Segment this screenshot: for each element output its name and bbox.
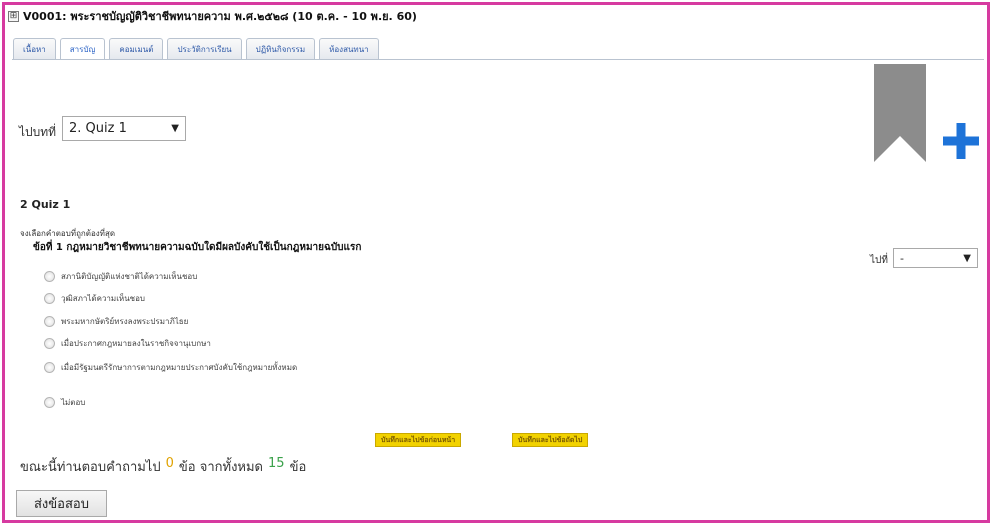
progress-suffix: ข้อ <box>289 460 307 475</box>
submit-exam-button[interactable]: ส่งข้อสอบ <box>16 490 107 517</box>
tab-content[interactable]: เนื้อหา <box>13 38 56 60</box>
answer-choice[interactable]: พระมหากษัตริย์ทรงลงพระปรมาภิไธย <box>44 315 188 328</box>
choice-label: ไม่ตอบ <box>61 398 86 407</box>
radio-button[interactable] <box>44 293 55 304</box>
radio-button[interactable] <box>44 271 55 282</box>
tab-comments[interactable]: คอมเมนต์ <box>109 38 164 60</box>
goto-question-select[interactable]: - ▼ <box>893 248 978 268</box>
goto-chapter-label: ไปบทที่ <box>19 125 57 139</box>
radio-button[interactable] <box>44 316 55 327</box>
radio-button[interactable] <box>44 397 55 408</box>
answered-count: 0 <box>165 456 174 471</box>
tab-chat-room[interactable]: ห้องสนทนา <box>319 38 379 60</box>
content-frame <box>2 2 990 523</box>
total-count: 15 <box>268 456 285 471</box>
course-title: ⊞ V0001: พระราชบัญญัติวิชาชีพทนายความ พ.… <box>8 7 417 25</box>
chevron-down-icon: ▼ <box>171 123 179 134</box>
choice-label: สภานิติบัญญัติแห่งชาติได้ความเห็นชอบ <box>61 272 198 281</box>
answer-choice-no-answer[interactable]: ไม่ตอบ <box>44 396 85 409</box>
tab-activity-calendar[interactable]: ปฏิทินกิจกรรม <box>245 38 316 60</box>
save-next-button[interactable]: บันทึกและไปข้อถัดไป <box>512 433 589 447</box>
save-previous-button[interactable]: บันทึกและไปข้อก่อนหน้า <box>375 433 462 447</box>
answer-choice[interactable]: เมื่อประกาศกฎหมายลงในราชกิจจานุเบกษา <box>44 337 211 350</box>
answer-progress: ขณะนี้ท่านตอบคำถามไป 0 ข้อ จากทั้งหมด 15… <box>20 456 306 477</box>
choice-label: เมื่อประกาศกฎหมายลงในราชกิจจานุเบกษา <box>61 339 211 348</box>
course-title-text: V0001: พระราชบัญญัติวิชาชีพทนายความ พ.ศ.… <box>23 10 417 23</box>
choice-label: วุฒิสภาได้ความเห็นชอบ <box>61 294 145 303</box>
tab-divider <box>12 59 984 60</box>
answer-choice[interactable]: สภานิติบัญญัติแห่งชาติได้ความเห็นชอบ <box>44 270 197 283</box>
goto-chapter-value: 2. Quiz 1 <box>69 121 127 136</box>
goto-chapter-select[interactable]: 2. Quiz 1 ▼ <box>62 116 186 141</box>
expand-icon[interactable]: ⊞ <box>8 10 19 22</box>
goto-question-value: - <box>900 251 904 265</box>
quiz-heading: 2 Quiz 1 <box>20 198 71 211</box>
question-text: ข้อที่ 1 กฎหมายวิชาชีพทนายความฉบับใดมีผล… <box>33 242 362 253</box>
plus-icon[interactable] <box>941 121 981 161</box>
tab-table-of-contents[interactable]: สารบัญ <box>59 38 106 60</box>
goto-question-label: ไปที่ <box>870 255 888 266</box>
progress-prefix: ขณะนี้ท่านตอบคำถามไป <box>20 460 161 475</box>
tab-study-history[interactable]: ประวัติการเรียน <box>167 38 242 60</box>
answer-choice[interactable]: เมื่อมีรัฐมนตรีรักษาการตามกฎหมายประกาศบั… <box>44 361 297 374</box>
chevron-down-icon: ▼ <box>963 252 971 264</box>
radio-button[interactable] <box>44 362 55 373</box>
choice-label: เมื่อมีรัฐมนตรีรักษาการตามกฎหมายประกาศบั… <box>61 363 298 372</box>
choice-label: พระมหากษัตริย์ทรงลงพระปรมาภิไธย <box>61 317 189 326</box>
tab-bar: เนื้อหา สารบัญ คอมเมนต์ ประวัติการเรียน … <box>13 38 379 60</box>
answer-choice[interactable]: วุฒิสภาได้ความเห็นชอบ <box>44 292 145 305</box>
quiz-instruction: จงเลือกคำตอบที่ถูกต้องที่สุด <box>20 229 116 238</box>
bookmark-icon[interactable] <box>874 64 926 162</box>
progress-middle: ข้อ จากทั้งหมด <box>178 460 264 475</box>
radio-button[interactable] <box>44 338 55 349</box>
